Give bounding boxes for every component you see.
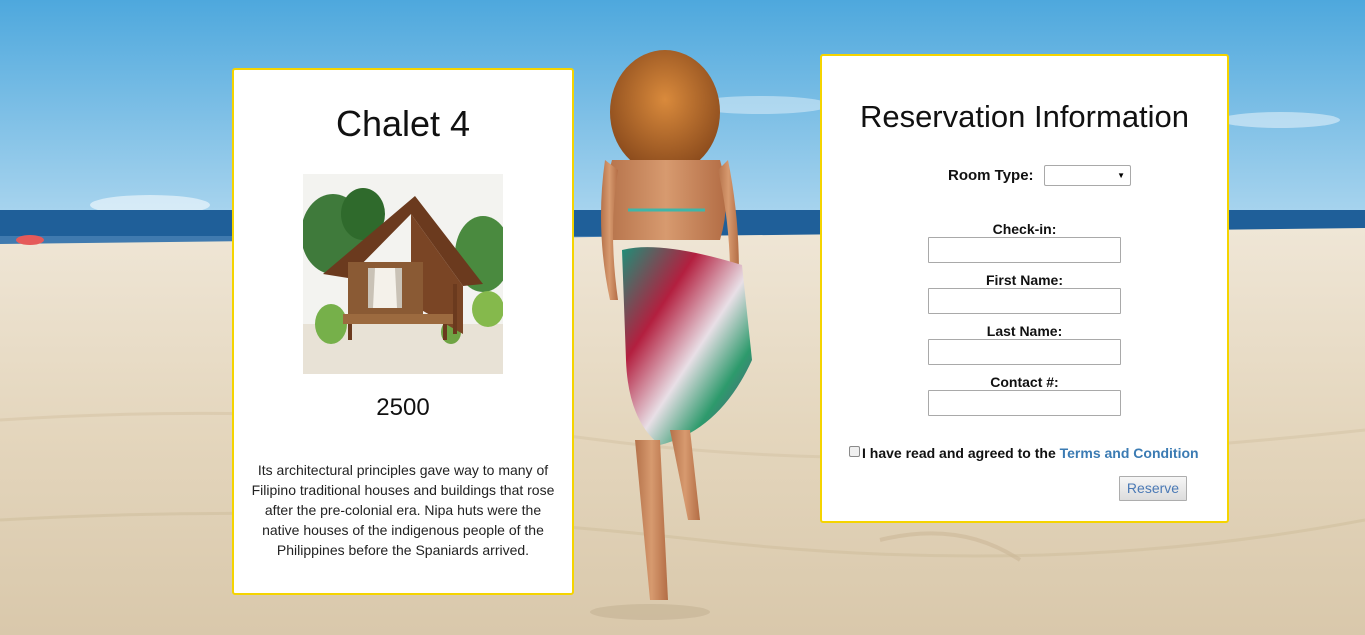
chalet-card: Chalet 4 2500 Its architectural principl…: [232, 68, 574, 595]
last-name-input[interactable]: [928, 339, 1121, 365]
first-name-label: First Name:: [985, 272, 1064, 288]
chalet-title: Chalet 4: [335, 103, 471, 144]
terms-agreement-row: I have read and agreed to the Terms and …: [849, 445, 1199, 461]
contact-input[interactable]: [928, 390, 1121, 416]
last-name-label: Last Name:: [986, 323, 1063, 339]
first-name-input[interactable]: [928, 288, 1121, 314]
contact-label: Contact #:: [990, 374, 1059, 390]
chalet-description: Its architectural principles gave way to…: [251, 462, 555, 558]
terms-link[interactable]: Terms and Condition: [1060, 445, 1199, 461]
reservation-title: Reservation Information: [859, 99, 1190, 134]
room-type-label: Room Type:: [948, 167, 1034, 184]
checkin-label: Check-in:: [992, 221, 1057, 237]
reservation-card: Reservation Information Room Type: ▼ Che…: [820, 54, 1229, 523]
dropdown-arrow-icon: ▼: [1117, 171, 1125, 180]
checkin-input[interactable]: [928, 237, 1121, 263]
chalet-price: 2500: [376, 394, 430, 421]
chalet-photo: [303, 174, 503, 374]
reserve-button[interactable]: Reserve: [1119, 476, 1187, 501]
room-type-select[interactable]: ▼: [1044, 165, 1131, 186]
terms-agreement-text: I have read and agreed to the: [862, 445, 1060, 461]
terms-checkbox[interactable]: [849, 446, 860, 457]
